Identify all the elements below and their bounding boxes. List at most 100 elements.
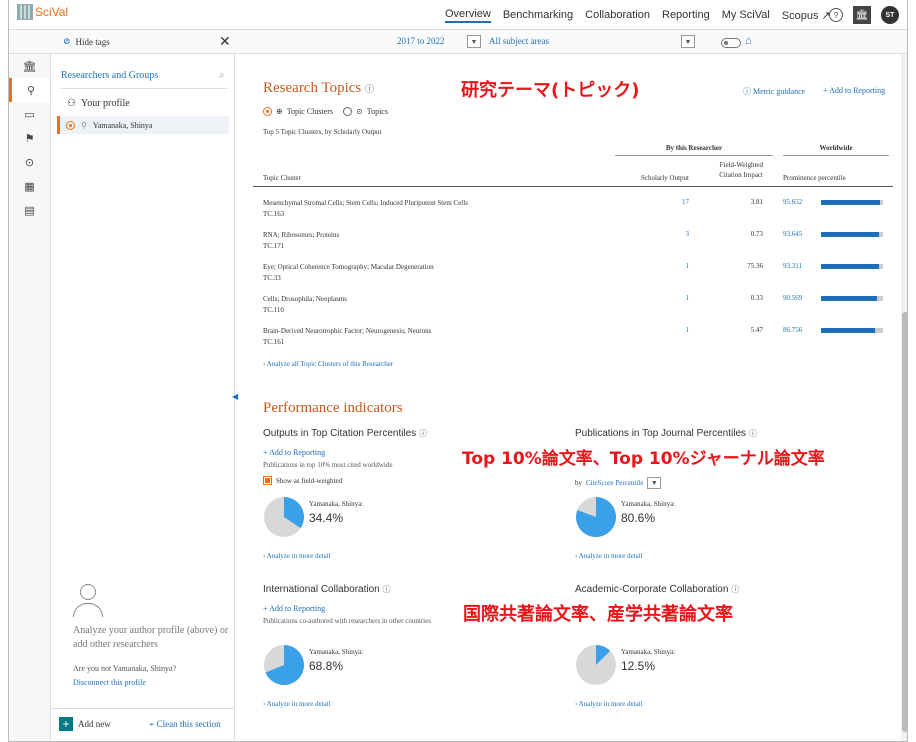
toggle-switch[interactable] [721,38,741,48]
group-header-worldwide: Worldwide [783,144,889,156]
nav-benchmarking[interactable]: Benchmarking [503,9,573,21]
info-icon[interactable]: ⓘ [749,429,757,438]
search-icon[interactable]: ⌕ [219,70,225,81]
top-bar: SciVal Overview Benchmarking Collaborati… [9,0,907,30]
flag-icon[interactable]: ⚑ [9,126,50,150]
clean-section-button[interactable]: ⌁ Clean this section [149,719,221,730]
analyze-more-link[interactable]: › Analyze in more detail [263,700,331,708]
nav-overview[interactable]: Overview [445,8,491,23]
nav-reporting[interactable]: Reporting [662,9,710,21]
radio-topics[interactable]: ⊙ Topics [343,107,388,116]
add-to-reporting-link[interactable]: + Add to Reporting [823,86,885,95]
scholarly-output-link[interactable]: 17 [623,198,689,206]
card-title: Outputs in Top Citation Percentiles ⓘ [263,428,428,439]
not-user-text: Are you not Yamanaka, Shinya? [73,664,177,673]
info-icon[interactable]: ⓘ [419,429,427,438]
research-topics-title: Research Topics ⓘ [263,80,374,97]
main-content: Research Topics ⓘ 研究テーマ(トピック) ⓘ Metric g… [243,54,903,741]
topic-name: Cells; Drosophila; Neoplasms TC.110 [263,295,347,314]
radio-selected-icon [263,107,272,116]
institution-filter-icon[interactable]: ⌂ [745,35,752,47]
selected-researcher-item[interactable]: ⚲ Yamanaka, Shinya [57,116,229,134]
prominence-value-link[interactable]: 93.645 [783,230,802,238]
column-header-topic: Topic Cluster [263,174,301,182]
column-header-prominence: Prominence percentile [783,174,846,182]
close-icon[interactable]: ✕ [219,33,231,50]
analyze-all-label: Analyze all Topic Clusters of this Resea… [266,360,394,368]
scholarly-output-link[interactable]: 1 [623,294,690,302]
pie-chart[interactable] [575,496,617,538]
chevron-down-icon[interactable]: ▼ [647,477,662,489]
analyze-more-link[interactable]: › Analyze in more detail [263,552,331,560]
fwci-value: 0.33 [750,294,763,302]
prominence-value-link[interactable]: 86.756 [783,326,802,334]
subject-area-select[interactable]: All subject areas [489,36,549,46]
icon-rail: 🏛 ⚲ ▭ ⚑ ⊙ ▦ ▤ [9,54,51,741]
filter-bar: ⊘ Hide tags ✕ 2017 to 2022 ▼ All subject… [9,30,907,54]
citescore-percentile-option[interactable]: CiteScore Percentile [586,479,643,487]
scrollbar-thumb[interactable] [902,312,907,732]
prominence-value-link[interactable]: 93.311 [783,262,802,270]
person-icon[interactable]: ⚲ [9,78,50,102]
metric-guidance-label: Metric guidance [753,87,806,96]
institution-icon[interactable]: 🏛 [9,54,50,78]
prominence-bar [821,328,883,333]
pie-chart[interactable] [575,644,617,686]
research-topics-title-text: Research Topics [263,80,362,96]
pie-researcher-name: Yamanaka, Shinya: [309,500,364,508]
target-icon[interactable]: ⊙ [9,150,50,174]
prominence-value-link[interactable]: 90.569 [783,294,802,302]
target-icon: ⊙ [356,107,363,116]
radio-selected-icon[interactable] [66,120,75,130]
scholarly-output-link[interactable]: 3 [623,230,690,238]
card-title: Academic-Corporate Collaboration ⓘ [575,584,740,595]
nav-collaboration[interactable]: Collaboration [585,9,650,21]
info-icon[interactable]: ⓘ [365,84,374,94]
prominence-value-link[interactable]: 95.652 [783,198,802,206]
disconnect-profile-link[interactable]: Disconnect this profile [73,678,146,687]
nav-my-scival[interactable]: My SciVal [722,9,770,21]
scival-logo[interactable]: SciVal [17,4,68,20]
grid-icon[interactable]: ▦ [9,174,50,198]
table-row: Eye; Optical Coherence Tomography; Macul… [253,252,893,284]
radio-topic-clusters[interactable]: ⊕ Topic Clusters [263,107,333,116]
info-icon[interactable]: ⓘ [731,585,739,594]
hide-tags-button[interactable]: ⊘ Hide tags [63,36,110,47]
table-row: Brain-Derived Neurotrophic Factor; Neuro… [253,316,893,348]
institution-icon[interactable]: 🏛 [853,6,871,24]
topic-clusters-label: Topic Clusters [286,107,334,116]
by-label: by [575,479,582,487]
percentile-source-select[interactable]: by CiteScore Percentile ▼ [575,477,662,489]
person-icon: ⚇ [67,98,76,109]
analyze-all-topics-link[interactable]: › Analyze all Topic Clusters of this Res… [263,360,393,368]
clean-section-label: Clean this section [156,719,221,729]
metric-guidance-link[interactable]: ⓘ Metric guidance [743,86,805,97]
pie-value: 68.8% [309,659,344,673]
pie-value: 34.4% [309,511,344,525]
table-row: Mesenchymal Stromal Cells; Stem Cells; I… [253,188,893,220]
field-weighted-checkbox[interactable]: Show as field-weighted [263,476,342,485]
subject-dropdown-chevron-icon[interactable]: ▼ [681,35,695,48]
pie-chart[interactable] [263,644,305,686]
add-to-reporting-link[interactable]: + Add to Reporting [263,604,325,613]
nav-scopus[interactable]: Scopus ↗ [782,9,831,22]
analyze-more-link[interactable]: › Analyze in more detail [575,552,643,560]
document-icon[interactable]: ▭ [9,102,50,126]
report-icon[interactable]: ▤ [9,198,50,222]
scholarly-output-link[interactable]: 1 [623,326,690,334]
scholarly-output-link[interactable]: 1 [623,262,690,270]
your-profile-label: Your profile [80,98,130,109]
your-profile-heading: ⚇ Your profile [67,98,130,109]
topic-name: Brain-Derived Neurotrophic Factor; Neuro… [263,327,432,346]
add-to-reporting-link[interactable]: + Add to Reporting [263,448,325,457]
help-icon[interactable]: ? [829,8,843,22]
avatar[interactable]: ST [881,6,899,24]
add-new-button[interactable]: + Add new [59,717,111,731]
collapse-panel-icon[interactable]: ◀ [232,392,238,401]
main-scrollbar[interactable] [901,54,907,741]
analyze-more-link[interactable]: › Analyze in more detail [575,700,643,708]
year-range-select[interactable]: 2017 to 2022 [397,36,445,46]
pie-chart[interactable] [263,496,305,538]
info-icon[interactable]: ⓘ [383,585,391,594]
year-dropdown-chevron-icon[interactable]: ▼ [467,35,481,48]
